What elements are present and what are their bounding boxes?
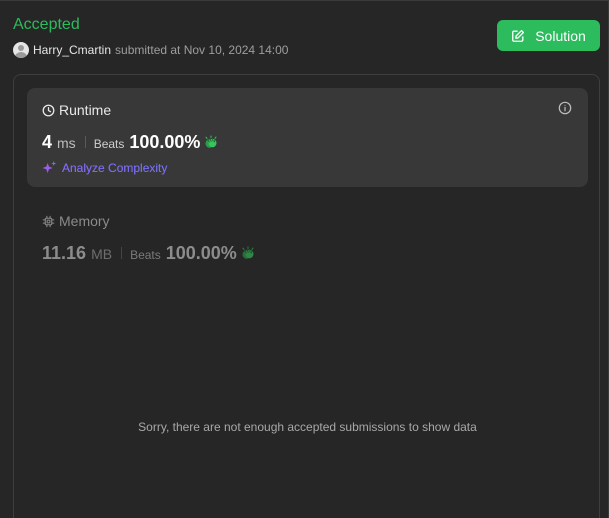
clapping-hands-icon: [242, 246, 254, 259]
memory-title-label: Memory: [59, 213, 110, 229]
username-link[interactable]: Harry_Cmartin: [33, 43, 111, 57]
submitter-info: Harry_Cmartin submitted at Nov 10, 2024 …: [13, 41, 288, 58]
memory-beats-value: 100.00%: [165, 243, 237, 263]
solution-button-label: Solution: [535, 27, 586, 44]
runtime-beats-value: 100.00%: [129, 132, 201, 152]
divider: [84, 136, 86, 148]
status-title: Accepted: [13, 16, 80, 33]
memory-title: Memory: [42, 213, 110, 229]
sparkle-icon: [42, 160, 57, 174]
clock-icon: [42, 104, 55, 116]
memory-beats-label: Beats: [130, 248, 161, 262]
info-icon[interactable]: [558, 101, 572, 115]
runtime-title: Runtime: [42, 102, 111, 118]
runtime-beats-label: Beats: [93, 137, 125, 151]
performance-panel: Runtime 4 ms Beats 100.00% Analyze Compl…: [13, 74, 600, 518]
solution-button[interactable]: Solution: [497, 20, 600, 51]
clapping-hands-icon: [205, 135, 217, 148]
memory-card[interactable]: Memory 11.16 MB Beats 100.00%: [27, 200, 588, 270]
runtime-metric-row: 4 ms Beats 100.00%: [42, 132, 219, 153]
memory-metric-row: 11.16 MB Beats 100.00%: [42, 243, 256, 264]
submitted-timestamp: submitted at Nov 10, 2024 14:00: [115, 42, 289, 57]
runtime-title-label: Runtime: [59, 102, 112, 118]
analyze-complexity-label: Analyze Complexity: [62, 160, 168, 175]
avatar[interactable]: [13, 41, 29, 58]
edit-icon: [512, 29, 525, 42]
runtime-value: 4: [42, 132, 53, 152]
runtime-card[interactable]: Runtime 4 ms Beats 100.00% Analyze Compl…: [27, 88, 588, 187]
analyze-complexity-link[interactable]: Analyze Complexity: [42, 160, 167, 175]
submission-result-panel: Accepted Harry_Cmartin submitted at Nov …: [0, 0, 609, 518]
divider: [121, 247, 123, 259]
runtime-unit: ms: [57, 135, 76, 151]
chip-icon: [42, 215, 55, 227]
no-data-message: Sorry, there are not enough accepted sub…: [138, 420, 477, 434]
memory-unit: MB: [91, 246, 113, 262]
memory-value: 11.16: [42, 243, 87, 263]
